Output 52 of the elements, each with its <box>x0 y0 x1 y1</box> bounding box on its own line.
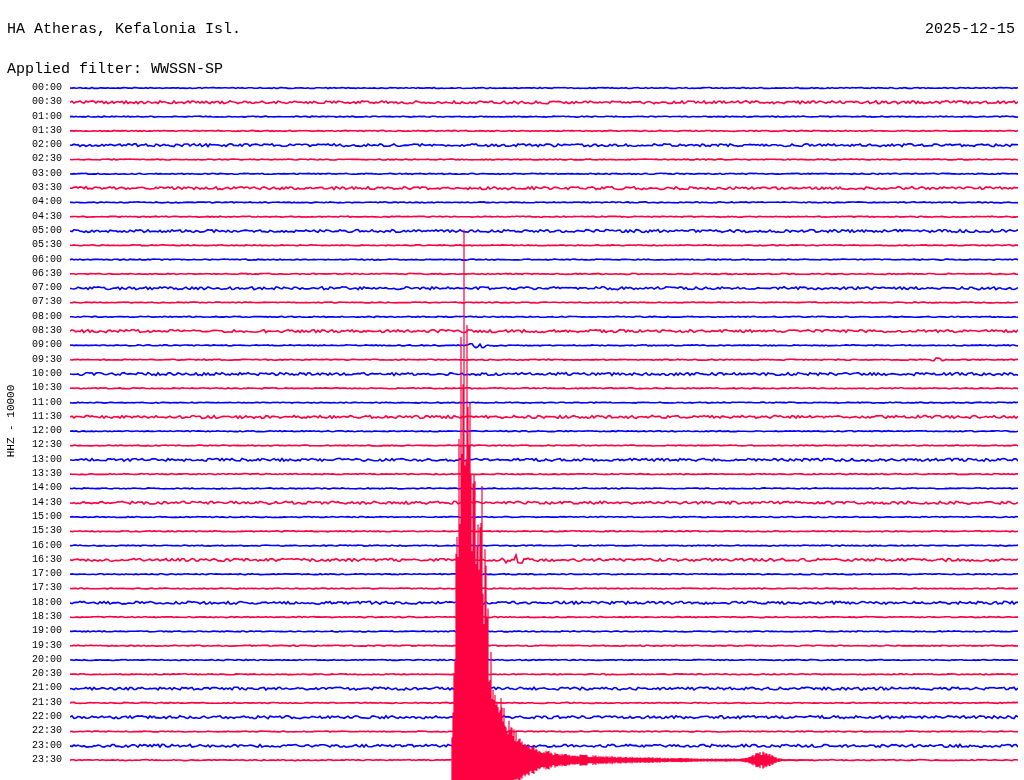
time-label: 03:00 <box>31 166 62 181</box>
time-label: 11:00 <box>31 395 62 410</box>
time-label: 17:00 <box>31 567 62 582</box>
time-label: 07:00 <box>31 281 62 296</box>
time-label: 14:30 <box>31 495 62 510</box>
time-label: 03:30 <box>31 181 62 196</box>
time-label: 20:00 <box>31 652 62 667</box>
time-label: 00:00 <box>31 81 62 95</box>
time-label: 11:30 <box>31 409 62 424</box>
time-label: 23:30 <box>31 752 62 767</box>
time-label: 13:30 <box>31 467 62 481</box>
time-label: 21:00 <box>31 681 62 696</box>
time-label: 19:30 <box>31 638 62 653</box>
time-label: 14:00 <box>31 481 62 496</box>
time-label: 13:00 <box>31 452 62 467</box>
time-label: 10:30 <box>31 381 62 396</box>
filter-label: Applied filter: WWSSN-SP <box>7 61 224 78</box>
time-label: 06:30 <box>31 266 62 281</box>
time-label: 00:30 <box>31 95 62 110</box>
time-label: 08:30 <box>31 324 62 339</box>
time-label: 12:30 <box>31 438 62 453</box>
time-label: 06:00 <box>31 252 62 267</box>
date-label: 2025-12-15 <box>925 20 1015 40</box>
time-label: 22:30 <box>31 724 62 739</box>
time-label: 17:30 <box>31 581 62 596</box>
time-label: 15:30 <box>31 524 62 539</box>
time-label: 02:00 <box>31 138 62 153</box>
time-label: 04:30 <box>31 209 62 224</box>
time-label: 12:00 <box>31 424 62 439</box>
time-label: 10:00 <box>31 366 62 381</box>
time-label: 07:30 <box>31 295 62 310</box>
time-label: 16:00 <box>31 538 62 553</box>
time-label: 15:00 <box>31 509 62 524</box>
channel-label: HHZ - 10000 <box>5 384 17 458</box>
time-label: 19:00 <box>31 624 62 639</box>
time-label: 18:30 <box>31 610 62 624</box>
time-label: 21:30 <box>31 695 62 710</box>
time-label: 09:30 <box>31 352 62 367</box>
time-label: 23:00 <box>31 738 62 753</box>
time-label: 09:00 <box>31 338 62 353</box>
time-label: 05:30 <box>31 238 62 253</box>
time-label: 02:30 <box>31 152 62 167</box>
time-label: 22:00 <box>31 710 62 725</box>
time-label: 05:00 <box>31 223 62 238</box>
time-label: 16:30 <box>31 552 62 567</box>
time-label: 08:00 <box>31 309 62 324</box>
time-label: 04:00 <box>31 195 62 210</box>
time-label: 18:00 <box>31 595 62 610</box>
time-label: 01:00 <box>31 109 62 124</box>
time-label: 01:30 <box>31 123 62 138</box>
station-title: HA Atheras, Kefalonia Isl. <box>7 20 242 40</box>
time-label: 20:30 <box>31 667 62 682</box>
